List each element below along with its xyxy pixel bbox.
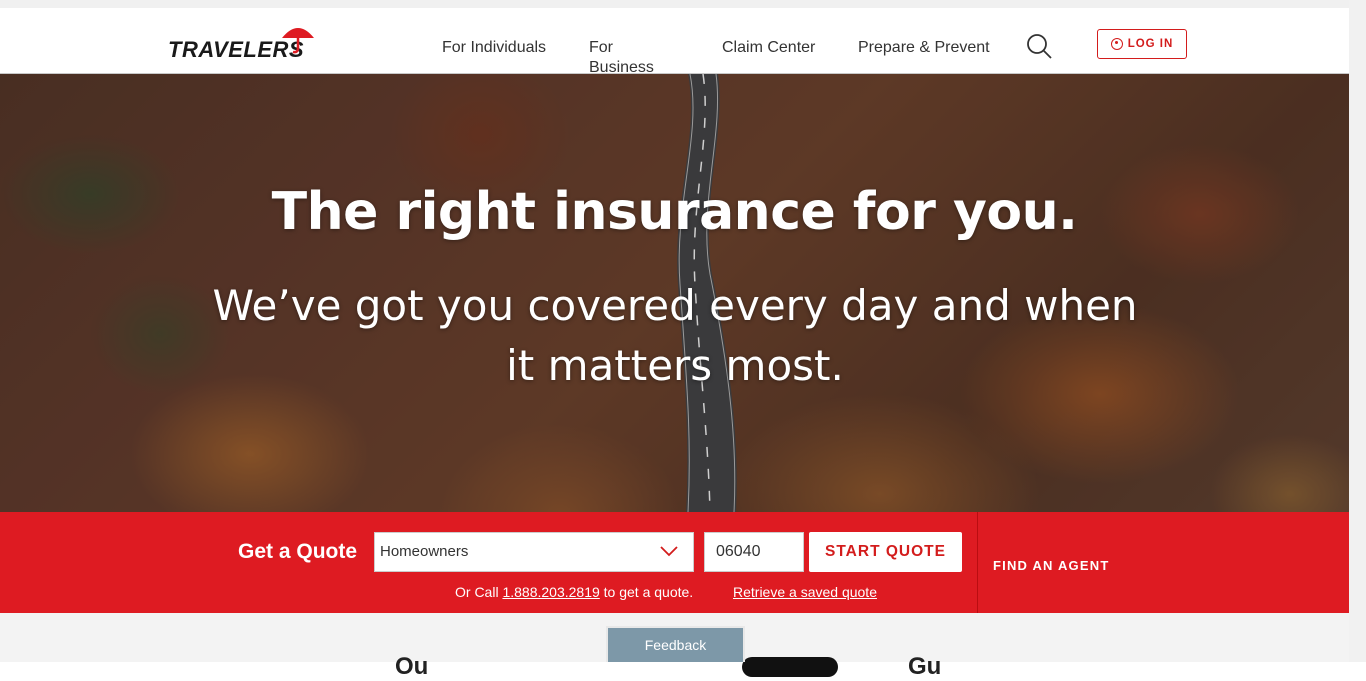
top-strip bbox=[0, 0, 1366, 8]
search-icon[interactable] bbox=[1025, 32, 1053, 60]
call-suffix: to get a quote. bbox=[599, 584, 694, 600]
page-scrollbar[interactable] bbox=[1349, 0, 1366, 662]
zip-code-input[interactable]: 06040 bbox=[704, 532, 804, 572]
hero-title: The right insurance for you. bbox=[271, 182, 1078, 242]
phone-link[interactable]: 1.888.203.2819 bbox=[502, 584, 599, 600]
section-heading-right: Gu bbox=[908, 653, 942, 680]
umbrella-icon bbox=[282, 28, 314, 54]
nav-claim-center[interactable]: Claim Center bbox=[722, 38, 818, 78]
nav-for-individuals[interactable]: For Individuals bbox=[442, 38, 549, 78]
call-line: Or Call 1.888.203.2819 to get a quote. bbox=[455, 584, 693, 600]
login-button[interactable]: LOG IN bbox=[1097, 29, 1187, 59]
quote-bar: Get a Quote Homeowners 06040 START QUOTE… bbox=[0, 512, 1349, 613]
nav-for-business[interactable]: For Business bbox=[589, 38, 682, 78]
dark-pill bbox=[742, 657, 838, 677]
nav-prepare-prevent[interactable]: Prepare & Prevent bbox=[858, 38, 990, 78]
travelers-logo[interactable]: TRAVELERS bbox=[168, 22, 318, 62]
find-an-agent-link[interactable]: FIND AN AGENT bbox=[993, 558, 1109, 573]
get-a-quote-label: Get a Quote bbox=[238, 540, 358, 563]
hero-banner: The right insurance for you. We’ve got y… bbox=[0, 74, 1349, 512]
main-nav: For Individuals For Business Claim Cente… bbox=[442, 38, 1030, 78]
retrieve-saved-quote-link[interactable]: Retrieve a saved quote bbox=[733, 584, 877, 600]
section-heading-left: Ou bbox=[395, 653, 429, 680]
quote-divider bbox=[977, 512, 978, 613]
hero-subtitle: We’ve got you covered every day and when… bbox=[212, 281, 1138, 390]
login-label: LOG IN bbox=[1127, 38, 1174, 50]
site-header: TRAVELERS For Individuals For Business C… bbox=[0, 8, 1349, 76]
feedback-tab[interactable]: Feedback bbox=[606, 626, 745, 662]
chevron-down-icon bbox=[660, 546, 678, 557]
user-icon bbox=[1110, 38, 1123, 50]
start-quote-button[interactable]: START QUOTE bbox=[809, 532, 962, 572]
product-select[interactable]: Homeowners bbox=[374, 532, 694, 572]
product-select-value: Homeowners bbox=[380, 543, 469, 560]
call-prefix: Or Call bbox=[455, 584, 503, 600]
